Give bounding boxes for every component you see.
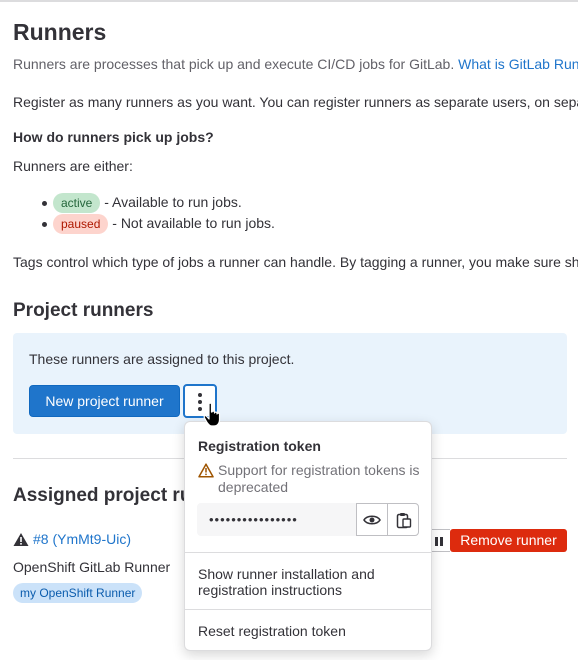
project-runners-heading: Project runners (13, 300, 154, 321)
either-text: Runners are either: (13, 158, 133, 174)
deprecation-text: Support for registration tokens is depre… (218, 462, 420, 495)
copy-token-button[interactable] (387, 503, 419, 536)
runner-id-link[interactable]: #8 (YmMt9-Uic) (33, 530, 131, 548)
copy-to-clipboard-icon (396, 513, 412, 529)
hand-cursor-icon (203, 402, 221, 427)
registration-token-field[interactable]: •••••••••••••••• (197, 503, 356, 536)
paused-description: - Not available to run jobs. (112, 215, 275, 231)
what-is-runner-link[interactable]: What is GitLab Runner? (458, 56, 578, 72)
eye-icon (363, 515, 381, 525)
active-badge: active (53, 193, 101, 213)
reveal-token-button[interactable] (356, 503, 388, 536)
remove-runner-button[interactable]: Remove runner (450, 529, 567, 552)
intro-paragraph: Runners are processes that pick up and e… (13, 55, 578, 73)
runner-tag: my OpenShift Runner (13, 583, 143, 603)
deprecation-warning: Support for registration tokens is depre… (198, 462, 423, 496)
new-project-runner-button[interactable]: New project runner (29, 385, 180, 417)
ellipsis-v-icon (198, 393, 202, 414)
pause-icon (435, 537, 438, 546)
runner-name: OpenShift GitLab Runner (13, 559, 171, 575)
page-title: Runners (13, 19, 107, 45)
active-description: - Available to run jobs. (104, 194, 242, 210)
dropdown-divider (185, 552, 431, 553)
how-heading: How do runners pick up jobs? (13, 129, 214, 145)
register-paragraph: Register as many runners as you want. Yo… (13, 94, 578, 110)
show-instructions-item[interactable]: Show runner installation and registratio… (198, 566, 423, 598)
bullet-dot (42, 201, 47, 206)
state-paused-item: paused - Not available to run jobs. (53, 213, 275, 234)
intro-text: Runners are processes that pick up and e… (13, 56, 455, 72)
token-input-group: •••••••••••••••• (197, 503, 420, 536)
warning-icon (198, 463, 214, 478)
dropdown-title: Registration token (198, 438, 321, 454)
registration-token-dropdown: Registration token Support for registrat… (184, 421, 432, 651)
bullet-dot (42, 222, 47, 227)
info-text: These runners are assigned to this proje… (29, 351, 295, 367)
project-runners-info-box: These runners are assigned to this proje… (13, 333, 567, 434)
paused-badge: paused (53, 214, 109, 234)
tags-paragraph: Tags control which type of jobs a runner… (13, 254, 578, 270)
dropdown-divider (185, 609, 431, 610)
reset-token-item[interactable]: Reset registration token (198, 623, 423, 639)
state-active-item: active - Available to run jobs. (53, 192, 242, 213)
warning-icon (13, 533, 29, 546)
